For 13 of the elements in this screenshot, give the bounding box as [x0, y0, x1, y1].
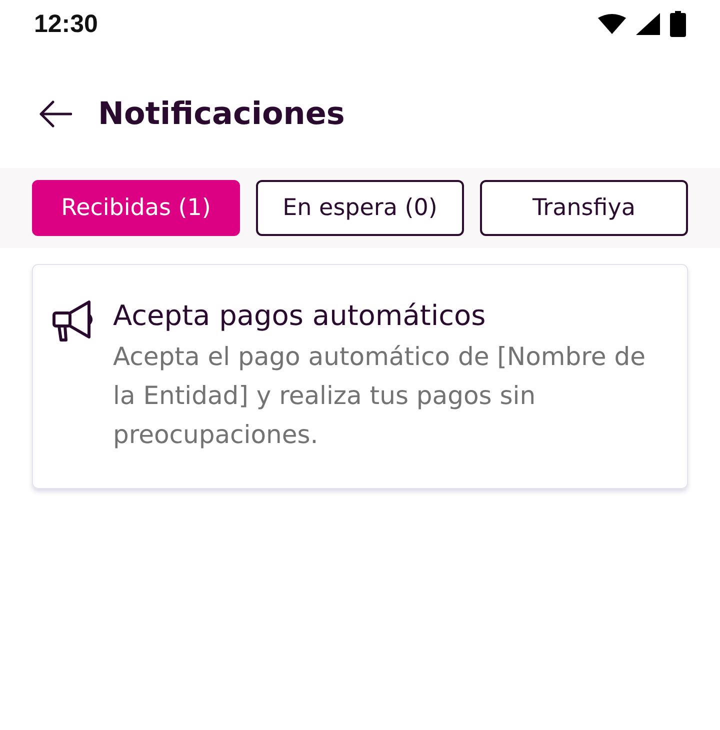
megaphone-icon [51, 299, 95, 343]
notification-text: Acepta el pago automático de [Nombre de la Entidad] y realiza tus pagos sin preocupaciones. [113, 341, 646, 451]
filter-tab[interactable]: En espera (0) [256, 180, 464, 236]
back-arrow-icon[interactable] [38, 100, 72, 128]
filter-tab[interactable]: Recibidas (1) [32, 180, 240, 236]
wifi-icon [598, 14, 626, 34]
page-title: Notificaciones [98, 96, 345, 132]
notification-title: Acepta pagos automáticos [113, 299, 487, 333]
battery-icon [670, 11, 686, 37]
signal-icon [636, 13, 660, 35]
status-time: 12:30 [34, 10, 98, 38]
filter-tab[interactable]: Transfiya [480, 180, 688, 236]
notification-card[interactable]: Acepta pagos automáticos Acepta el pago automático de [Nombre de la Entidad] y realiza tus pagos sin preocupaciones. [32, 264, 688, 489]
